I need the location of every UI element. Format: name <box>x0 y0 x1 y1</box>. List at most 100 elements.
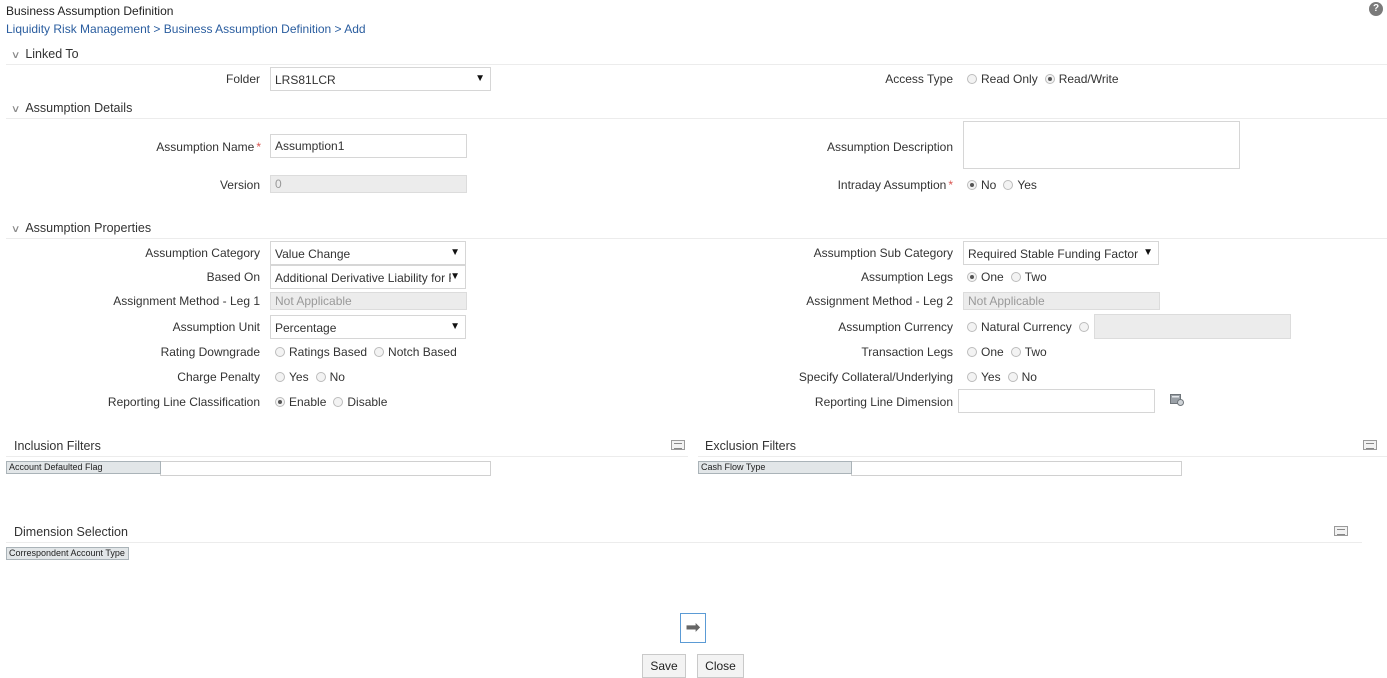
section-assumption-properties[interactable]: ∨ Assumption Properties <box>10 221 152 235</box>
next-arrow-button[interactable]: ➡ <box>680 613 706 643</box>
assumption-currency-input <box>1094 314 1291 339</box>
assumption-legs-radio-group: One Two <box>967 270 1054 284</box>
breadcrumb: Liquidity Risk Management > Business Ass… <box>6 22 366 36</box>
reporting-enable-radio[interactable]: Enable <box>275 395 326 409</box>
hierarchy-browser-icon[interactable] <box>1170 393 1184 406</box>
rating-downgrade-label: Rating Downgrade <box>160 345 260 359</box>
charge-penalty-radio-group: Yes No <box>275 370 352 384</box>
assumption-sub-category-label: Assumption Sub Category <box>813 246 953 260</box>
required-marker: * <box>256 140 261 154</box>
chevron-down-icon: ∨ <box>10 50 21 61</box>
folder-label: Folder <box>225 72 260 86</box>
assumption-unit-select[interactable]: Percentage ▼ <box>270 315 466 339</box>
section-title: Assumption Properties <box>25 221 152 235</box>
assignment-method-leg1-label: Assignment Method - Leg 1 <box>113 294 260 308</box>
based-on-value: Additional Derivative Liability for R <box>275 271 451 285</box>
transaction-legs-radio-group: One Two <box>967 345 1054 359</box>
close-button[interactable]: Close <box>697 654 744 678</box>
arrow-right-icon: ➡ <box>685 617 701 637</box>
assumption-sub-category-select[interactable]: Required Stable Funding Factor ▼ <box>963 241 1159 265</box>
access-read-only-radio[interactable]: Read Only <box>967 72 1038 86</box>
sub-category-value: Required Stable Funding Factor <box>968 247 1139 261</box>
rating-downgrade-radio-group: Ratings Based Notch Based <box>275 345 464 359</box>
breadcrumb-separator: > <box>334 22 342 36</box>
exclusion-filters-title: Exclusion Filters <box>705 439 796 453</box>
folder-value: LRS81LCR <box>275 73 336 87</box>
section-title: Linked To <box>25 47 79 61</box>
dropdown-caret-icon: ▼ <box>450 321 460 332</box>
dimension-selector-icon[interactable] <box>1334 526 1348 536</box>
currency-other-radio[interactable] <box>1078 322 1093 332</box>
intraday-no-radio[interactable]: No <box>967 178 996 192</box>
exclusion-filter-tag[interactable]: Cash Flow Type <box>698 461 852 474</box>
category-value: Value Change <box>275 247 351 261</box>
assignment-method-leg2-input: Not Applicable <box>963 292 1160 310</box>
access-read-write-radio[interactable]: Read/Write <box>1044 72 1119 86</box>
reporting-line-dimension-input[interactable] <box>958 389 1155 413</box>
collateral-no-radio[interactable]: No <box>1007 370 1037 384</box>
chevron-down-icon: ∨ <box>10 224 21 235</box>
transaction-legs-one-radio[interactable]: One <box>967 345 1004 359</box>
legs-one-radio[interactable]: One <box>967 270 1004 284</box>
currency-natural-radio[interactable]: Natural Currency <box>967 320 1072 334</box>
access-type-radio-group: Read Only Read/Write <box>967 72 1126 86</box>
assignment-method-leg1-input: Not Applicable <box>270 292 467 310</box>
assumption-description-textarea[interactable] <box>963 121 1240 169</box>
assumption-currency-label: Assumption Currency <box>838 320 953 334</box>
page-title: Business Assumption Definition <box>6 4 174 18</box>
section-assumption-details[interactable]: ∨ Assumption Details <box>10 101 132 115</box>
assumption-currency-radio-group: Natural Currency <box>967 320 1100 334</box>
specify-collateral-radio-group: Yes No <box>967 370 1044 384</box>
breadcrumb-item-add[interactable]: Add <box>344 22 365 36</box>
exclusion-filter-selector-icon[interactable] <box>1363 440 1377 450</box>
exclusion-filter-box[interactable] <box>851 461 1182 476</box>
reporting-line-classification-label: Reporting Line Classification <box>107 395 260 409</box>
assignment-method-leg2-label: Assignment Method - Leg 2 <box>806 294 953 308</box>
reporting-disable-radio[interactable]: Disable <box>333 395 387 409</box>
help-icon[interactable]: ? <box>1369 2 1383 16</box>
reporting-line-dimension-label: Reporting Line Dimension <box>814 395 953 409</box>
version-input: 0 <box>270 175 467 193</box>
required-marker: * <box>948 178 953 192</box>
chevron-down-icon: ∨ <box>10 104 21 115</box>
dropdown-caret-icon: ▼ <box>1143 247 1153 258</box>
assumption-legs-label: Assumption Legs <box>860 270 953 284</box>
dropdown-caret-icon: ▼ <box>475 73 485 84</box>
save-button[interactable]: Save <box>642 654 686 678</box>
breadcrumb-item-lrm[interactable]: Liquidity Risk Management <box>6 22 150 36</box>
specify-collateral-label: Specify Collateral/Underlying <box>798 370 953 384</box>
assumption-name-label: Assumption Name * <box>156 140 261 154</box>
inclusion-filter-selector-icon[interactable] <box>671 440 685 450</box>
unit-value: Percentage <box>275 321 337 335</box>
legs-two-radio[interactable]: Two <box>1010 270 1047 284</box>
dimension-selection-title: Dimension Selection <box>14 525 128 539</box>
rating-notch-based-radio[interactable]: Notch Based <box>374 345 457 359</box>
rating-ratings-based-radio[interactable]: Ratings Based <box>275 345 367 359</box>
intraday-assumption-label: Intraday Assumption * <box>837 178 953 192</box>
inclusion-filter-tag[interactable]: Account Defaulted Flag <box>6 461 161 474</box>
assumption-category-select[interactable]: Value Change ▼ <box>270 241 466 265</box>
transaction-legs-two-radio[interactable]: Two <box>1010 345 1047 359</box>
charge-penalty-yes-radio[interactable]: Yes <box>275 370 309 384</box>
breadcrumb-separator: > <box>153 22 161 36</box>
inclusion-filter-box[interactable] <box>160 461 491 476</box>
charge-penalty-label: Charge Penalty <box>177 370 260 384</box>
assumption-unit-label: Assumption Unit <box>172 320 260 334</box>
dropdown-caret-icon: ▼ <box>450 247 460 258</box>
intraday-yes-radio[interactable]: Yes <box>1003 178 1037 192</box>
access-type-label: Access Type <box>885 72 953 86</box>
dropdown-caret-icon: ▼ <box>450 271 460 282</box>
version-label: Version <box>219 178 260 192</box>
based-on-label: Based On <box>206 270 260 284</box>
based-on-select[interactable]: Additional Derivative Liability for R ▼ <box>270 265 466 289</box>
intraday-radio-group: No Yes <box>967 178 1044 192</box>
assumption-name-input[interactable]: Assumption1 <box>270 134 467 158</box>
charge-penalty-no-radio[interactable]: No <box>315 370 345 384</box>
collateral-yes-radio[interactable]: Yes <box>967 370 1001 384</box>
section-linked-to[interactable]: ∨ Linked To <box>10 47 79 61</box>
transaction-legs-label: Transaction Legs <box>861 345 953 359</box>
assumption-category-label: Assumption Category <box>145 246 260 260</box>
folder-select[interactable]: LRS81LCR ▼ <box>270 67 491 91</box>
breadcrumb-item-bad[interactable]: Business Assumption Definition <box>164 22 331 36</box>
dimension-selection-tag[interactable]: Correspondent Account Type <box>6 547 129 560</box>
